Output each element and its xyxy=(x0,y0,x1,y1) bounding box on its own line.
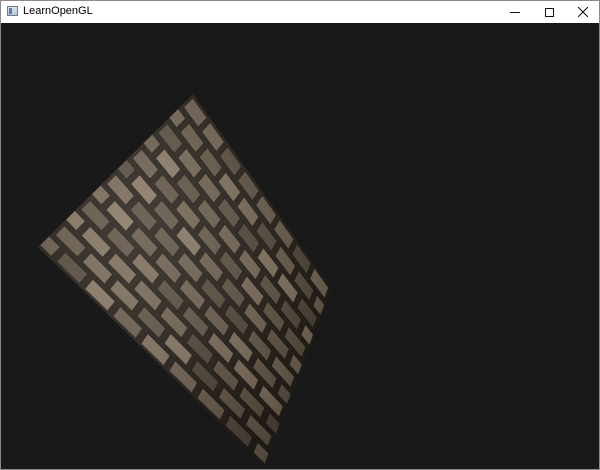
minimize-button[interactable] xyxy=(498,1,532,23)
render-canvas xyxy=(38,94,331,466)
app-window-icon xyxy=(7,6,18,16)
app-window: LearnOpenGL xyxy=(0,0,600,470)
close-icon xyxy=(578,7,588,17)
maximize-icon xyxy=(544,7,554,17)
textured-plane xyxy=(38,94,331,466)
opengl-viewport[interactable] xyxy=(1,23,599,469)
close-button[interactable] xyxy=(566,1,599,23)
maximize-button[interactable] xyxy=(532,1,566,23)
plane-shading xyxy=(38,94,331,466)
minimize-icon xyxy=(510,11,520,13)
title-bar[interactable]: LearnOpenGL xyxy=(1,1,599,23)
window-title: LearnOpenGL xyxy=(23,5,93,17)
